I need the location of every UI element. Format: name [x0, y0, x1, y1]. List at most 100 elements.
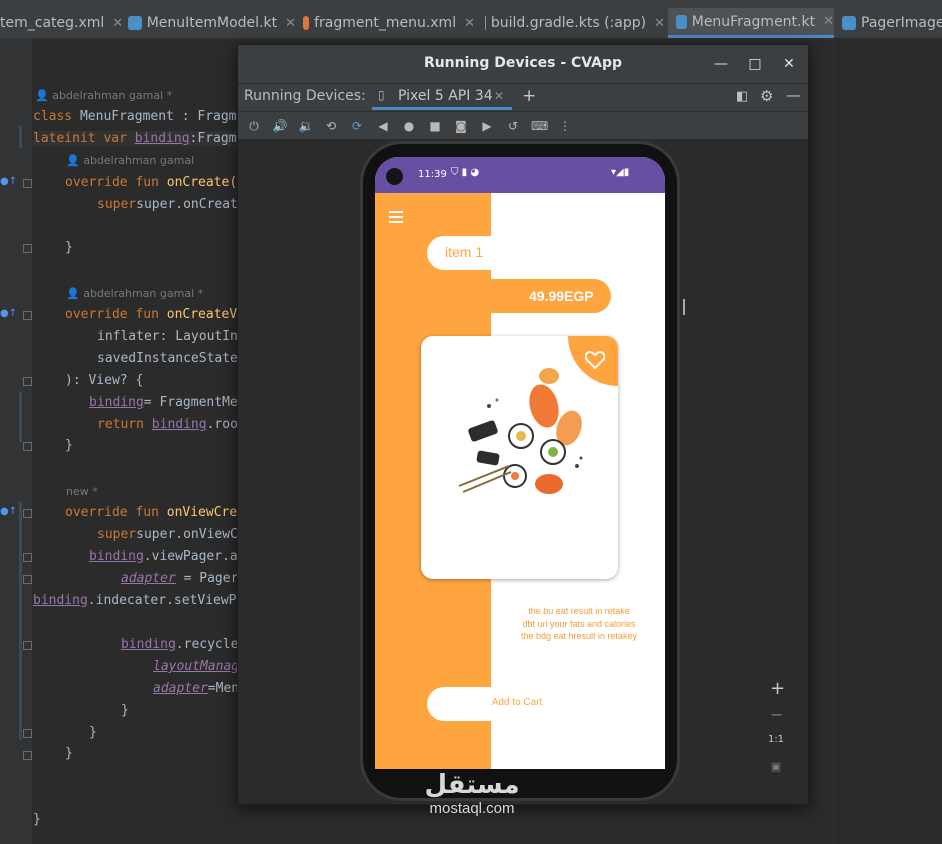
- tab-pixel-5[interactable]: ▯ Pixel 5 API 34 ✕: [372, 84, 512, 110]
- code-author-hint: 👤 abdelrahman gamal: [66, 154, 195, 167]
- fold-icon[interactable]: [23, 553, 32, 562]
- product-card[interactable]: [421, 336, 618, 579]
- fold-icon[interactable]: [23, 729, 32, 738]
- code-line[interactable]: binding= FragmentMe: [89, 395, 238, 410]
- code-line[interactable]: return binding.roo: [97, 417, 238, 432]
- close-icon[interactable]: ✕: [778, 53, 800, 75]
- menu-icon[interactable]: [389, 211, 403, 223]
- fold-icon[interactable]: [23, 509, 32, 518]
- code-line[interactable]: }: [65, 746, 73, 761]
- rotate-left-icon[interactable]: ⟲: [323, 118, 339, 134]
- phone-screen[interactable]: 11:39 ⛉ ▮ ◕ ▾◢▮ item 1 49.99EGP the bu e…: [375, 157, 665, 769]
- code-line[interactable]: ): View? {: [65, 373, 143, 388]
- layout-file-icon: [303, 16, 310, 30]
- snapshot-icon[interactable]: ↺: [505, 118, 521, 134]
- tab-menuitemmodel[interactable]: MenuItemModel.kt ✕: [128, 8, 296, 38]
- close-icon[interactable]: ✕: [464, 16, 475, 31]
- code-line[interactable]: }: [65, 240, 73, 255]
- minimize-icon[interactable]: —: [710, 53, 732, 75]
- tab-pagerimage[interactable]: PagerImage: [842, 8, 942, 38]
- code-line[interactable]: override fun onCreate(: [65, 175, 237, 190]
- code-line[interactable]: binding.indecater.setViewP: [33, 593, 237, 608]
- price: 49.99EGP: [529, 288, 594, 304]
- sushi-image: [458, 368, 583, 494]
- camera-icon: [386, 168, 403, 185]
- close-icon[interactable]: ✕: [823, 14, 834, 29]
- code-line[interactable]: override fun onCreateV: [65, 307, 237, 322]
- fold-icon[interactable]: [23, 751, 32, 760]
- power-icon[interactable]: ⏻: [246, 118, 262, 134]
- tab-menufragment[interactable]: MenuFragment.kt ✕: [668, 8, 834, 38]
- emulator-toolbar: ⏻ 🔊 🔉 ⟲ ⟳ ◀ ● ■ ◙ ▶ ↺ ⌨ ⋮: [238, 111, 808, 139]
- video-icon[interactable]: ▶: [479, 118, 495, 134]
- tab-label: build.gradle.kts (:app): [490, 15, 647, 31]
- hide-icon[interactable]: —: [786, 86, 801, 104]
- code-line[interactable]: lateinit var binding:Fragm: [33, 131, 237, 146]
- fold-icon[interactable]: [23, 641, 32, 650]
- code-line[interactable]: override fun onViewCre: [65, 505, 237, 520]
- right-panel: [833, 38, 942, 844]
- item-name-pill: item 1: [427, 236, 525, 270]
- volume-up-icon[interactable]: 🔊: [272, 118, 288, 134]
- code-line[interactable]: adapter = Pager: [121, 571, 238, 586]
- tab-item-categ-xml[interactable]: tem_categ.xml ✕: [0, 8, 123, 38]
- code-line[interactable]: class MenuFragment : Fragm: [33, 109, 237, 124]
- code-line[interactable]: }: [33, 812, 41, 827]
- kotlin-class-icon: [676, 14, 687, 29]
- fold-icon[interactable]: [23, 442, 32, 451]
- side-button[interactable]: [683, 299, 685, 315]
- keyboard-icon[interactable]: ⌨: [531, 118, 548, 134]
- tab-fragment-menu-xml[interactable]: fragment_menu.xml ✕: [303, 8, 475, 38]
- close-icon[interactable]: ✕: [654, 16, 665, 31]
- more-icon[interactable]: ⋮: [557, 118, 573, 134]
- fold-icon[interactable]: [23, 311, 32, 320]
- override-gutter-icon[interactable]: ●↑: [0, 308, 17, 320]
- code-line[interactable]: binding.viewPager.a: [89, 549, 238, 564]
- zoom-out-button[interactable]: −: [770, 705, 783, 724]
- code-line[interactable]: savedInstanceState: [97, 351, 238, 366]
- device-tab-bar: Running Devices: ▯ Pixel 5 API 34 ✕ + ◧ …: [238, 83, 808, 111]
- add-to-cart-button[interactable]: Add to Cart: [427, 687, 607, 721]
- code-line[interactable]: inflater: LayoutIn: [97, 329, 238, 344]
- code-author-hint: new *: [66, 485, 98, 498]
- device-tab-label: Pixel 5 API 34: [398, 88, 493, 104]
- override-gutter-icon[interactable]: ●↑: [0, 176, 17, 188]
- camera-icon[interactable]: ◙: [453, 118, 469, 134]
- notification-icons: ⛉ ▮ ◕: [451, 167, 480, 178]
- running-devices-window: Running Devices - CVApp — □ ✕ Running De…: [237, 44, 809, 805]
- code-line[interactable]: }: [65, 438, 73, 453]
- override-gutter-icon[interactable]: ●↑: [0, 506, 17, 518]
- gear-icon[interactable]: ⚙: [760, 87, 773, 105]
- fold-icon[interactable]: [23, 377, 32, 386]
- code-line[interactable]: adapter=Men: [153, 681, 239, 696]
- code-line[interactable]: binding.recycle: [121, 637, 238, 652]
- zoom-in-button[interactable]: +: [770, 678, 785, 699]
- close-icon[interactable]: ✕: [494, 89, 504, 103]
- rotate-right-icon[interactable]: ⟳: [349, 118, 365, 134]
- add-device-icon[interactable]: +: [522, 86, 536, 106]
- toolbar-strip: [0, 0, 942, 8]
- code-line[interactable]: layoutManag: [153, 659, 239, 674]
- actual-size-button[interactable]: 1:1: [767, 734, 785, 745]
- description: the bu eat result in retake dbt uri your…: [499, 605, 659, 643]
- fold-icon[interactable]: [23, 179, 32, 188]
- kotlin-class-icon: [128, 16, 142, 30]
- back-icon[interactable]: ◀: [375, 118, 391, 134]
- code-line[interactable]: }: [89, 725, 97, 740]
- layout-icon[interactable]: ◧: [736, 89, 748, 104]
- maximize-icon[interactable]: □: [744, 53, 766, 75]
- tab-build-gradle[interactable]: build.gradle.kts (:app) ✕: [485, 8, 665, 38]
- close-icon[interactable]: ✕: [112, 16, 123, 31]
- tab-label: MenuItemModel.kt: [146, 15, 278, 31]
- fit-screen-icon[interactable]: ▣: [770, 760, 782, 773]
- status-bar: 11:39 ⛉ ▮ ◕ ▾◢▮: [375, 157, 665, 193]
- window-title-bar[interactable]: Running Devices - CVApp — □ ✕: [238, 45, 808, 83]
- tab-label: PagerImage: [861, 15, 942, 31]
- close-icon[interactable]: ✕: [285, 16, 296, 31]
- fold-icon[interactable]: [23, 575, 32, 584]
- home-icon[interactable]: ●: [401, 118, 417, 134]
- volume-down-icon[interactable]: 🔉: [298, 118, 314, 134]
- fold-icon[interactable]: [23, 244, 32, 253]
- overview-icon[interactable]: ■: [427, 118, 443, 134]
- code-line[interactable]: }: [121, 703, 129, 718]
